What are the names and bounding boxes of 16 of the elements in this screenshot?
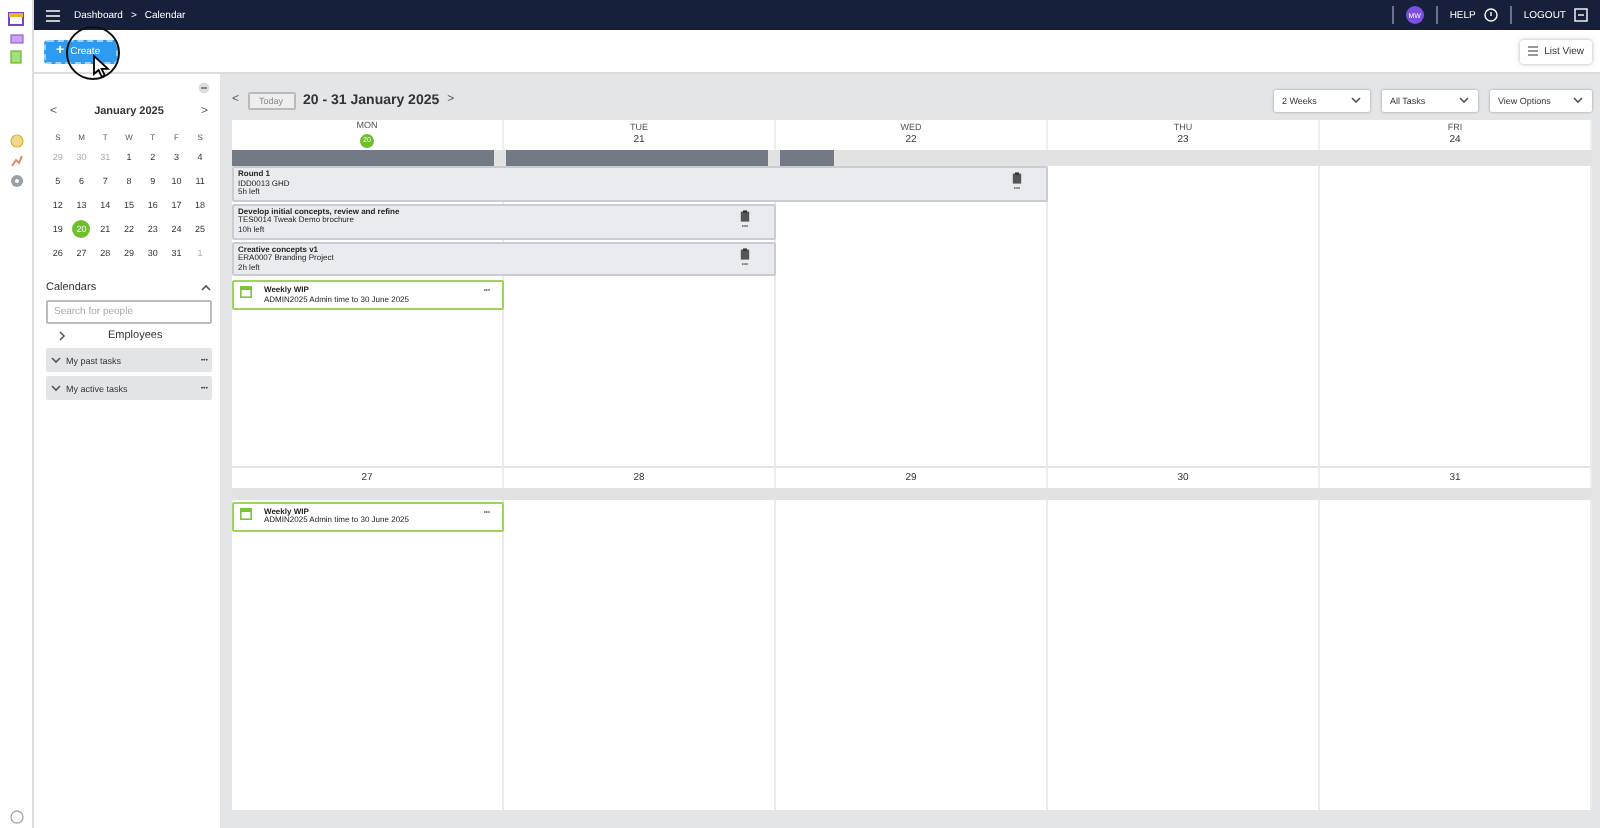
chevron-icon[interactable] — [50, 354, 62, 366]
logout-icon[interactable] — [1574, 8, 1588, 22]
settings-icon[interactable] — [9, 174, 23, 188]
chevron-icon[interactable] — [1350, 94, 1362, 106]
menu-icon[interactable] — [46, 9, 60, 21]
list-icon — [1528, 46, 1539, 56]
chevron-icon[interactable] — [1458, 94, 1470, 106]
calendar-icon — [240, 507, 252, 519]
calendar-icon — [240, 286, 252, 299]
chart-icon[interactable] — [9, 154, 23, 168]
collapse-icon[interactable] — [198, 82, 210, 94]
chevron-icon[interactable] — [200, 282, 212, 294]
calendar-icon[interactable] — [8, 12, 24, 26]
chevron-icon[interactable] — [50, 382, 62, 394]
chevron-icon[interactable] — [1572, 94, 1584, 106]
chevron-icon[interactable] — [56, 330, 68, 342]
